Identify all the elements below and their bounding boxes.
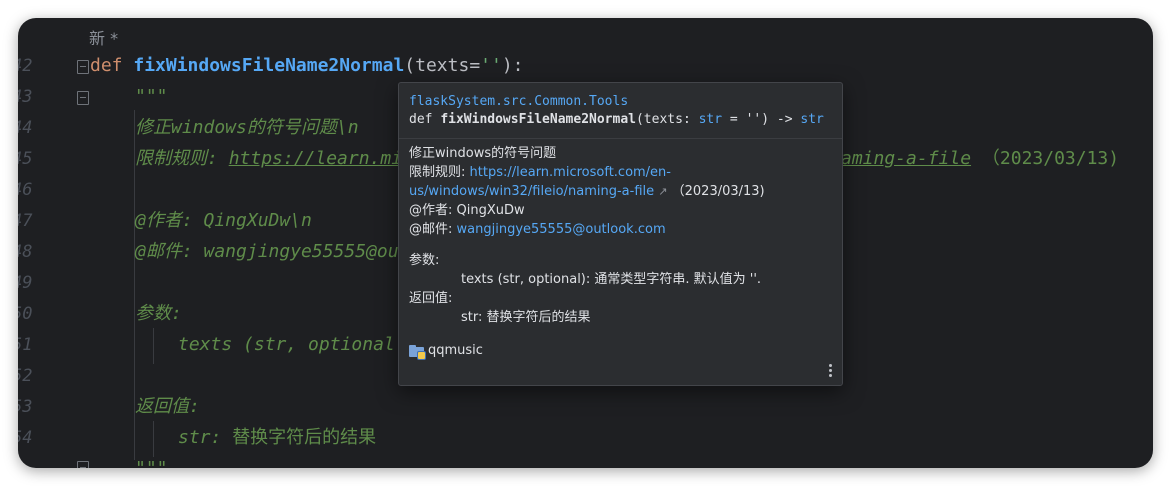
fold-collapse-icon[interactable] bbox=[77, 91, 89, 105]
doc-rule-label: 限制规则: bbox=[409, 165, 470, 180]
indent-guide bbox=[153, 421, 154, 457]
code-line-51[interactable]: texts (str, optional bbox=[178, 334, 395, 356]
doc-rule-row-2: us/windows/win32/fileio/naming-a-file ↗ … bbox=[409, 182, 834, 201]
doc-params-label: 参数: bbox=[409, 253, 440, 268]
line-number-gutter: 42 43 44 45 46 47 48 49 50 51 52 53 54 bbox=[18, 18, 78, 468]
doc-rule-date: （2023/03/13) bbox=[667, 184, 765, 199]
code-line-44[interactable]: 修正windows的符号问题\n bbox=[135, 117, 359, 139]
code-line-53[interactable]: 返回值: bbox=[135, 396, 200, 418]
docstring-rule-label: 限制规则: bbox=[135, 148, 229, 169]
docstring-summary: 修正windows的符号问题\n bbox=[135, 117, 359, 138]
sig-type-str[interactable]: str bbox=[699, 112, 722, 127]
doc-param-desc: texts (str, optional): 通常类型字符串. 默认值为 ''. bbox=[461, 272, 762, 287]
default-string: '' bbox=[480, 55, 502, 76]
code-line-54[interactable]: str: 替换字符后的结果 bbox=[178, 427, 376, 449]
docstring-email: @邮件: wangjingye55555@ou bbox=[135, 241, 399, 262]
sig-params-open: (texts: bbox=[635, 112, 699, 127]
doc-module-path[interactable]: flaskSystem.src.Common.Tools bbox=[409, 94, 628, 109]
docstring-close: """ bbox=[135, 458, 168, 468]
doc-returns-label: 返回值: bbox=[409, 291, 453, 306]
docstring-return-desc: 替换字符后的结果 bbox=[232, 427, 377, 448]
sig-function-name: fixWindowsFileName2Normal bbox=[440, 112, 636, 127]
line-number: 43 bbox=[18, 87, 33, 107]
fold-collapse-icon[interactable] bbox=[77, 60, 89, 74]
code-line-55[interactable]: """ bbox=[135, 458, 168, 468]
quick-documentation-popup[interactable]: flaskSystem.src.Common.Tools def fixWind… bbox=[398, 82, 843, 386]
docstring-return-type: str: bbox=[178, 427, 233, 448]
doc-package-name: qqmusic bbox=[428, 343, 483, 358]
line-number: 45 bbox=[18, 149, 33, 169]
code-line-50[interactable]: 参数: bbox=[135, 303, 182, 325]
line-number: 53 bbox=[18, 397, 33, 417]
line-number: 52 bbox=[18, 366, 33, 386]
sig-params-rest: = '') -> bbox=[722, 112, 801, 127]
new-usage-hint[interactable]: 新 * bbox=[89, 25, 118, 49]
doc-rule-link-continued[interactable]: us/windows/win32/fileio/naming-a-file bbox=[409, 184, 654, 199]
doc-rule-link[interactable]: https://learn.microsoft.com/en- bbox=[470, 165, 671, 180]
code-line-45-tail[interactable]: aming-a-file （2023/03/13) bbox=[841, 148, 1119, 170]
line-number: 42 bbox=[18, 56, 33, 76]
code-line-43[interactable]: """ bbox=[135, 86, 168, 108]
doc-package-row: qqmusic bbox=[409, 341, 834, 360]
function-name[interactable]: fixWindowsFileName2Normal bbox=[133, 55, 404, 76]
code-line-48[interactable]: @邮件: wangjingye55555@ou bbox=[135, 241, 399, 263]
doc-popup-body: 修正windows的符号问题 限制规则: https://learn.micro… bbox=[409, 144, 834, 360]
indent-guide bbox=[153, 328, 154, 364]
doc-returns-desc: str: 替换字符后的结果 bbox=[461, 310, 591, 325]
fold-collapse-icon[interactable] bbox=[77, 461, 89, 468]
line-number: 48 bbox=[18, 242, 33, 262]
external-link-icon: ↗ bbox=[658, 185, 668, 198]
python-package-folder-icon bbox=[409, 344, 426, 360]
doc-email-label: @邮件: bbox=[409, 222, 457, 237]
line-number: 50 bbox=[18, 304, 33, 324]
docstring-rule-link-end[interactable]: aming-a-file bbox=[841, 148, 971, 169]
docstring-returns-label: 返回值: bbox=[135, 396, 200, 417]
params-close: ): bbox=[501, 55, 524, 76]
docstring-param-texts: texts (str, optional bbox=[178, 334, 395, 355]
doc-popup-header: flaskSystem.src.Common.Tools def fixWind… bbox=[399, 83, 842, 139]
doc-author: @作者: QingXuDw bbox=[409, 203, 525, 218]
keyword-def: def bbox=[90, 55, 123, 76]
doc-signature: def fixWindowsFileName2Normal(texts: str… bbox=[409, 112, 824, 127]
docstring-rule-link[interactable]: https://learn.mi bbox=[229, 148, 402, 169]
code-line-42[interactable]: def fixWindowsFileName2Normal(texts=''): bbox=[90, 55, 524, 77]
line-number: 47 bbox=[18, 211, 33, 231]
docstring-params-label: 参数: bbox=[135, 303, 182, 324]
docstring-author: @作者: QingXuDw\n bbox=[135, 210, 312, 231]
line-number: 46 bbox=[18, 180, 33, 200]
doc-email-row: @邮件: wangjingye55555@outlook.com bbox=[409, 220, 834, 239]
sig-return-type[interactable]: str bbox=[800, 112, 823, 127]
doc-summary: 修正windows的符号问题 bbox=[409, 146, 557, 161]
doc-email-link[interactable]: wangjingye55555@outlook.com bbox=[457, 222, 666, 237]
line-number: 44 bbox=[18, 118, 33, 138]
line-number: 51 bbox=[18, 335, 33, 355]
docstring-rule-date: （2023/03/13) bbox=[981, 148, 1120, 169]
docstring-open: """ bbox=[135, 86, 168, 107]
code-line-47[interactable]: @作者: QingXuDw\n bbox=[135, 210, 312, 232]
params-open: (texts= bbox=[404, 55, 481, 76]
code-line-45[interactable]: 限制规则: https://learn.mi bbox=[135, 148, 402, 170]
line-number: 54 bbox=[18, 428, 33, 448]
sig-def: def bbox=[409, 112, 441, 127]
more-options-icon[interactable] bbox=[829, 362, 833, 379]
line-number: 49 bbox=[18, 273, 33, 293]
doc-rule-row: 限制规则: https://learn.microsoft.com/en- bbox=[409, 163, 834, 182]
